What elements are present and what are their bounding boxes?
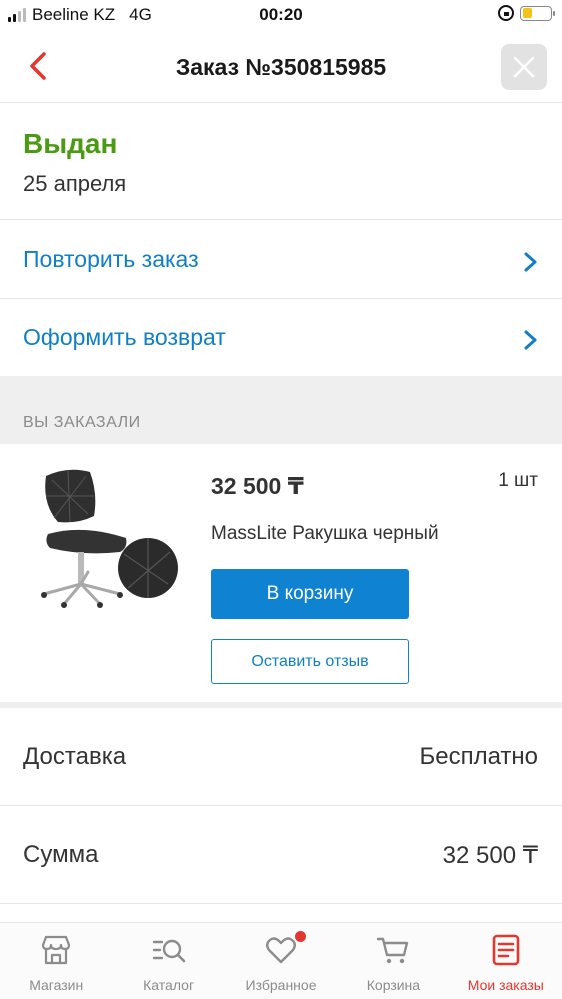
repeat-order-row[interactable]: Повторить заказ bbox=[0, 221, 562, 299]
status-bar: Beeline KZ 4G 00:20 bbox=[0, 0, 562, 30]
product-quantity: 1 шт bbox=[498, 470, 538, 491]
order-date: 25 апреля bbox=[23, 171, 127, 196]
tab-favorites[interactable]: Избранное bbox=[225, 923, 337, 999]
delivery-row: Доставка Бесплатно bbox=[0, 708, 562, 806]
catalog-search-icon bbox=[152, 939, 185, 963]
total-row: Сумма 32 500 ₸ bbox=[0, 806, 562, 904]
return-order-row[interactable]: Оформить возврат bbox=[0, 299, 562, 377]
ordered-section-header: ВЫ ЗАКАЗАЛИ bbox=[0, 376, 562, 444]
page-title: Заказ №350815985 bbox=[175, 54, 387, 80]
tab-catalog[interactable]: Каталог bbox=[112, 923, 224, 999]
product-name[interactable]: MassLite Ракушка черный bbox=[211, 523, 439, 545]
heart-icon bbox=[266, 937, 296, 964]
tab-label: Корзина bbox=[366, 977, 421, 993]
leave-review-button[interactable]: Оставить отзыв bbox=[211, 639, 409, 684]
orders-icon bbox=[492, 934, 520, 966]
tab-label: Мои заказы bbox=[467, 977, 544, 993]
delivery-label: Доставка bbox=[23, 743, 127, 770]
tab-label: Магазин bbox=[29, 977, 84, 993]
repeat-order-label: Повторить заказ bbox=[23, 246, 199, 272]
delivery-value: Бесплатно bbox=[419, 743, 538, 770]
status-right bbox=[498, 5, 555, 21]
add-to-cart-button[interactable]: В корзину bbox=[211, 569, 409, 619]
store-icon bbox=[42, 935, 71, 965]
product-price: 32 500 ₸ bbox=[211, 473, 304, 499]
tab-label: Каталог bbox=[143, 977, 195, 993]
order-status: Выдан bbox=[23, 128, 118, 159]
notification-dot bbox=[294, 931, 306, 942]
total-value: 32 500 ₸ bbox=[442, 842, 538, 869]
chevron-right-icon bbox=[524, 330, 537, 350]
tab-store[interactable]: Магазин bbox=[0, 923, 112, 999]
cart-icon bbox=[377, 937, 409, 964]
total-label: Сумма bbox=[23, 841, 99, 868]
product-image[interactable] bbox=[28, 464, 183, 609]
section-caption: ВЫ ЗАКАЗАЛИ bbox=[23, 414, 141, 431]
close-icon bbox=[513, 56, 535, 78]
close-button[interactable] bbox=[501, 44, 547, 90]
tab-my-orders[interactable]: Мои заказы bbox=[450, 923, 562, 999]
return-order-label: Оформить возврат bbox=[23, 324, 226, 350]
tab-label: Избранное bbox=[245, 977, 317, 993]
orientation-lock-icon bbox=[498, 5, 514, 21]
chevron-right-icon bbox=[524, 252, 537, 272]
tab-bar: Магазин Каталог Избранное Корзина Мои за… bbox=[0, 922, 562, 999]
battery-icon bbox=[520, 5, 555, 21]
tab-cart[interactable]: Корзина bbox=[337, 923, 449, 999]
order-status-block: Выдан 25 апреля bbox=[0, 104, 562, 220]
product-item: 32 500 ₸ 1 шт MassLite Ракушка черный В … bbox=[0, 444, 562, 702]
clock: 00:20 bbox=[259, 5, 303, 24]
nav-header: Заказ №350815985 bbox=[0, 30, 562, 103]
